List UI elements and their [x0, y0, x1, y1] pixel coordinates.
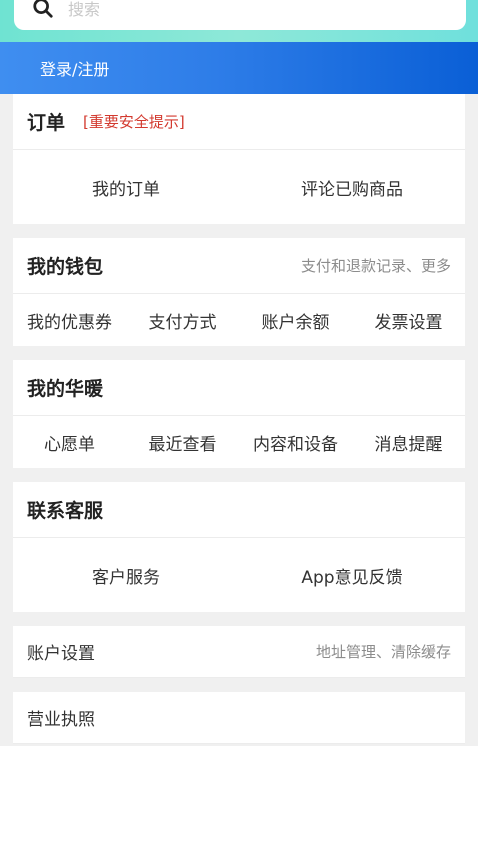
coupons-button[interactable]: 我的优惠券: [13, 308, 126, 333]
orders-header: 订单 [重要安全提示]: [13, 94, 465, 150]
login-bar: 登录/注册: [0, 42, 478, 94]
recently-viewed-button[interactable]: 最近查看: [126, 430, 239, 455]
account-settings-row[interactable]: 账户设置 地址管理、清除缓存: [13, 626, 465, 678]
huanuan-header: 我的华暖: [13, 360, 465, 416]
wishlist-button[interactable]: 心愿单: [13, 430, 126, 455]
account-settings-card: 账户设置 地址管理、清除缓存: [13, 626, 465, 678]
wallet-header[interactable]: 我的钱包 支付和退款记录、更多: [13, 238, 465, 294]
business-license-label: 营业执照: [27, 710, 95, 730]
huanuan-row: 心愿单 最近查看 内容和设备 消息提醒: [13, 416, 465, 468]
main-content: 订单 [重要安全提示] 我的订单 评论已购商品 我的钱包 支付和退款记录、更多 …: [0, 94, 478, 746]
business-license-row[interactable]: 营业执照: [13, 692, 465, 744]
service-row: 客户服务 App意见反馈: [13, 538, 465, 612]
orders-title: 订单: [27, 112, 66, 134]
search-icon: [33, 0, 53, 18]
account-balance-button[interactable]: 账户余额: [239, 308, 352, 333]
service-title: 联系客服: [27, 500, 104, 522]
search-input[interactable]: 搜索: [14, 0, 466, 30]
invoice-settings-button[interactable]: 发票设置: [352, 308, 465, 333]
wallet-row: 我的优惠券 支付方式 账户余额 发票设置: [13, 294, 465, 346]
orders-row: 我的订单 评论已购商品: [13, 150, 465, 224]
search-placeholder: 搜索: [68, 0, 101, 19]
wallet-hint[interactable]: 支付和退款记录、更多: [301, 255, 451, 276]
wallet-card: 我的钱包 支付和退款记录、更多 我的优惠券 支付方式 账户余额 发票设置: [13, 238, 465, 346]
my-orders-button[interactable]: 我的订单: [13, 175, 239, 200]
service-card: 联系客服 客户服务 App意见反馈: [13, 482, 465, 612]
security-warning-link[interactable]: [重要安全提示]: [83, 111, 185, 132]
payment-method-button[interactable]: 支付方式: [126, 308, 239, 333]
message-reminder-button[interactable]: 消息提醒: [352, 430, 465, 455]
account-settings-label: 账户设置: [27, 644, 95, 664]
license-card: 营业执照: [13, 692, 465, 744]
huanuan-title: 我的华暖: [27, 378, 104, 400]
content-devices-button[interactable]: 内容和设备: [239, 430, 352, 455]
huanuan-card: 我的华暖 心愿单 最近查看 内容和设备 消息提醒: [13, 360, 465, 468]
customer-service-button[interactable]: 客户服务: [13, 563, 239, 588]
review-purchased-button[interactable]: 评论已购商品: [239, 175, 465, 200]
orders-card: 订单 [重要安全提示] 我的订单 评论已购商品: [13, 94, 465, 224]
account-settings-hint: 地址管理、清除缓存: [315, 643, 451, 661]
app-feedback-button[interactable]: App意见反馈: [239, 563, 465, 588]
wallet-title: 我的钱包: [27, 256, 104, 278]
service-header: 联系客服: [13, 482, 465, 538]
top-header: 搜索: [0, 0, 478, 42]
login-register-link[interactable]: 登录/注册: [40, 56, 109, 80]
